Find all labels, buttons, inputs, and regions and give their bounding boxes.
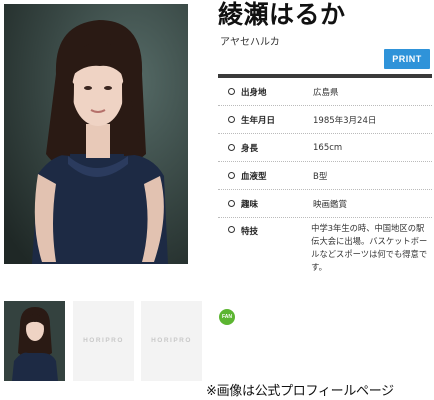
bullet-circle-icon bbox=[228, 116, 235, 123]
profile-name-kana: アヤセハルカ bbox=[220, 37, 280, 48]
profile-value: 165cm bbox=[313, 142, 343, 153]
profile-row-height: 身長 165cm bbox=[218, 134, 432, 162]
bullet-circle-icon bbox=[228, 144, 235, 151]
fan-badge[interactable]: FAN bbox=[219, 309, 235, 325]
bullet-circle-icon bbox=[228, 200, 235, 207]
horipro-logo: HORIPRO bbox=[151, 337, 192, 344]
profile-row-birthplace: 出身地 広島県 bbox=[218, 78, 432, 106]
profile-value: 映画鑑賞 bbox=[313, 199, 348, 210]
profile-row-hobby: 趣味 映画鑑賞 bbox=[218, 190, 432, 218]
profile-photo bbox=[4, 4, 188, 264]
print-button[interactable]: PRINT bbox=[384, 49, 430, 69]
profile-value: B型 bbox=[313, 171, 328, 182]
profile-key: 特技 bbox=[241, 227, 259, 237]
profile-table: 出身地 広島県 生年月日 1985年3月24日 身長 165cm 血液型 B型 … bbox=[218, 74, 432, 285]
bullet-circle-icon bbox=[228, 226, 235, 233]
profile-value: 1985年3月24日 bbox=[313, 115, 377, 126]
profile-row-blood-type: 血液型 B型 bbox=[218, 162, 432, 190]
bullet-circle-icon bbox=[228, 172, 235, 179]
profile-value: 広島県 bbox=[313, 87, 339, 98]
thumbnail-placeholder[interactable]: HORIPRO bbox=[73, 301, 134, 381]
profile-key: 出身地 bbox=[241, 87, 267, 98]
thumbnail-photo[interactable] bbox=[4, 301, 65, 381]
profile-row-birthdate: 生年月日 1985年3月24日 bbox=[218, 106, 432, 134]
profile-value: 中学3年生の時、中国地区の駅伝大会に出場。バスケットボールなどスポーツは何でも得… bbox=[311, 223, 428, 272]
bullet-circle-icon bbox=[228, 88, 235, 95]
profile-key: 趣味 bbox=[241, 199, 259, 210]
profile-key: 生年月日 bbox=[241, 115, 276, 126]
thumbnail-placeholder[interactable]: HORIPRO bbox=[141, 301, 202, 381]
profile-key: 身長 bbox=[241, 143, 259, 154]
image-source-caption: ※画像は公式プロフィールページ bbox=[206, 384, 394, 399]
profile-key: 血液型 bbox=[241, 171, 267, 182]
profile-row-skill: 特技 中学3年生の時、中国地区の駅伝大会に出場。バスケットボールなどスポーツは何… bbox=[218, 218, 432, 284]
horipro-logo: HORIPRO bbox=[83, 337, 124, 344]
profile-name: 綾瀬はるか bbox=[218, 0, 346, 29]
